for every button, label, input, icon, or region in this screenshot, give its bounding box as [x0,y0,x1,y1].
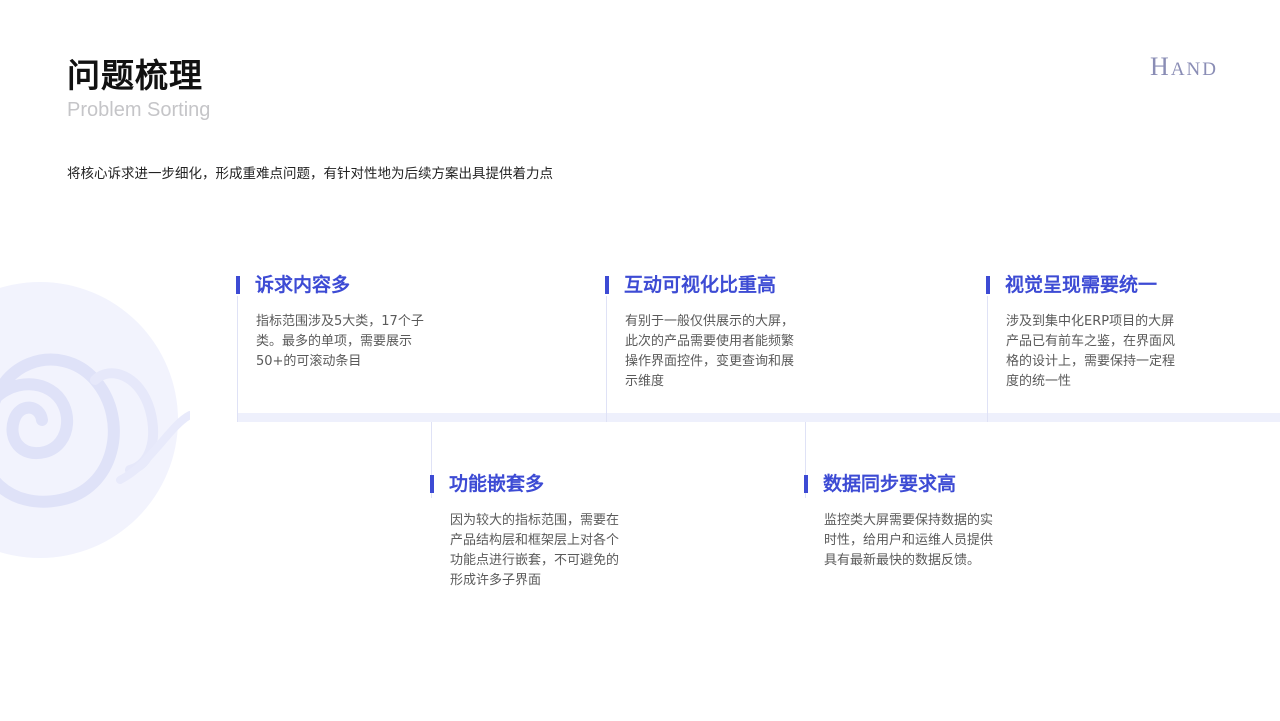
problem-card-5: 视觉呈现需要统一 涉及到集中化ERP项目的大屏产品已有前车之鉴，在界面风格的设计… [986,272,1175,392]
hand-logo: HAND [1150,54,1218,83]
problem-card-1: 诉求内容多 指标范围涉及5大类，17个子类。最多的单项，需要展示50+的可滚动条… [236,272,424,372]
card-title: 数据同步要求高 [823,473,957,495]
page-subtitle: Problem Sorting [67,99,211,121]
card-title: 互动可视化比重高 [624,274,777,296]
problem-card-2: 功能嵌套多 因为较大的指标范围，需要在产品结构层和框架层上对各个功能点进行嵌套，… [430,471,619,591]
card-accent-bar [804,475,808,493]
problem-card-4: 数据同步要求高 监控类大屏需要保持数据的实时性，给用户和运维人员提供具有最新最快… [804,471,993,571]
card-description: 涉及到集中化ERP项目的大屏产品已有前车之鉴，在界面风格的设计上，需要保持一定程… [1006,314,1176,389]
logo-initial: H [1150,52,1171,81]
timeline-band [237,413,1280,422]
card-header: 功能嵌套多 [430,471,615,497]
card-description: 因为较大的指标范围，需要在产品结构层和框架层上对各个功能点进行嵌套，不可避免的形… [450,513,620,588]
swirl-decoration-icon [0,282,190,558]
slide: 问题梳理 Problem Sorting HAND 将核心诉求进一步细化，形成重… [0,0,1280,721]
card-header: 数据同步要求高 [804,471,989,497]
card-description: 指标范围涉及5大类，17个子类。最多的单项，需要展示50+的可滚动条目 [256,314,424,369]
logo-rest: AND [1170,59,1218,80]
card-accent-bar [986,276,990,294]
card-description: 有别于一般仅供展示的大屏，此次的产品需要使用者能频繁操作界面控件，变更查询和展示… [625,314,795,389]
problem-card-3: 互动可视化比重高 有别于一般仅供展示的大屏，此次的产品需要使用者能频繁操作界面控… [605,272,794,392]
card-accent-bar [605,276,609,294]
card-description: 监控类大屏需要保持数据的实时性，给用户和运维人员提供具有最新最快的数据反馈。 [824,513,994,568]
intro-text: 将核心诉求进一步细化，形成重难点问题，有针对性地为后续方案出具提供着力点 [67,166,553,182]
card-accent-bar [430,475,434,493]
card-title: 视觉呈现需要统一 [1005,274,1158,296]
card-title: 功能嵌套多 [449,473,545,495]
card-header: 视觉呈现需要统一 [986,272,1171,298]
card-header: 诉求内容多 [236,272,421,298]
page-title: 问题梳理 [67,56,203,95]
card-title: 诉求内容多 [255,274,351,296]
card-accent-bar [236,276,240,294]
card-header: 互动可视化比重高 [605,272,790,298]
